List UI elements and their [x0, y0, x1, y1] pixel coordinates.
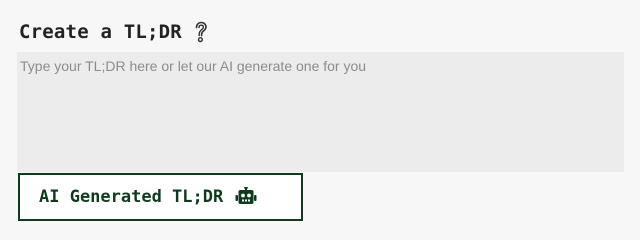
tldr-section: Create a TL;DR AI Generated TL;DR	[0, 0, 640, 233]
ai-generate-button-label: AI Generated TL;DR	[39, 187, 224, 207]
question-mark-icon[interactable]	[193, 21, 209, 43]
tldr-header: Create a TL;DR	[19, 20, 209, 44]
tldr-textarea[interactable]	[17, 52, 624, 172]
ai-generate-button[interactable]: AI Generated TL;DR	[18, 173, 303, 221]
robot-icon	[235, 187, 257, 207]
section-title: Create a TL;DR	[19, 21, 182, 43]
